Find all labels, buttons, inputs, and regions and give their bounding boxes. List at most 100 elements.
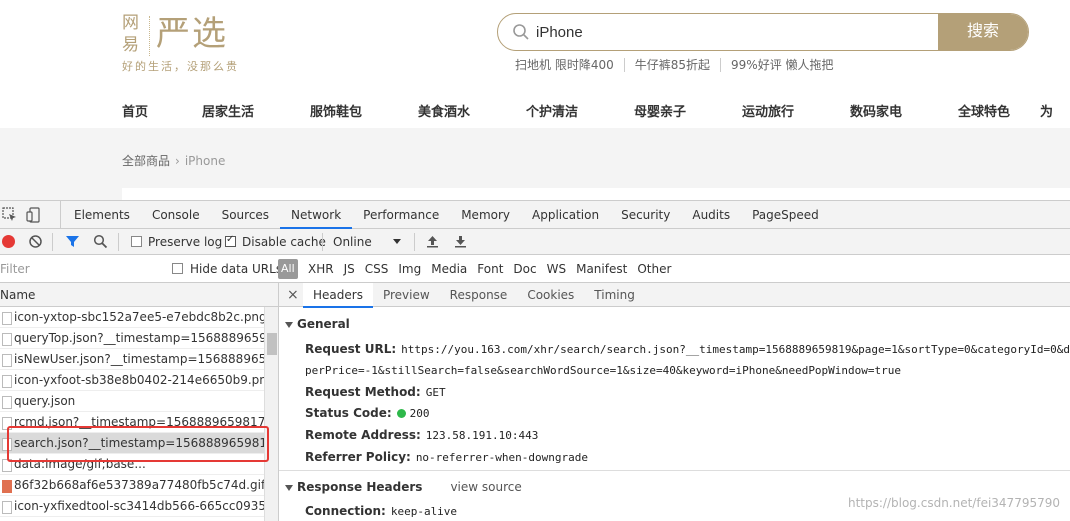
search-button[interactable]: 搜索 [938,14,1028,50]
detail-tab-headers[interactable]: Headers [303,283,373,308]
section-divider [279,470,1070,471]
name-column-header[interactable]: Name [0,283,278,307]
devtools-tab-bar: Elements Console Sources Network Performance… [0,201,1070,229]
request-list: Name icon-yxtop-sbc152a7ee5-e7ebdc8b2c.p… [0,283,279,521]
detail-tab-cookies[interactable]: Cookies [517,283,584,307]
tab-audits[interactable]: Audits [681,201,741,229]
tab-network[interactable]: Network [280,201,353,229]
nav-item[interactable]: 母婴亲子 [634,101,742,120]
search-icon[interactable] [93,234,108,249]
preserve-log-checkbox[interactable] [131,236,142,247]
request-url-row-continued: perPrice=-1&stillSearch=false&searchWord… [305,362,901,379]
chevron-down-icon [393,239,401,244]
type-filter-img[interactable]: Img [398,255,421,283]
type-filter-media[interactable]: Media [431,255,467,283]
type-filter-manifest[interactable]: Manifest [576,255,627,283]
website-area: 网 易 严选 好的生活，没那么贵 搜索 扫地机 限时降400牛仔裤85折起99%… [0,0,1070,200]
export-har-icon[interactable] [453,234,468,249]
nav-item[interactable]: 首页 [122,101,202,120]
hide-data-urls-label: Hide data URLs [190,262,283,276]
hot-word-link[interactable]: 99%好评 懒人拖把 [720,58,844,72]
toolbar-divider [322,233,323,251]
tab-memory[interactable]: Memory [450,201,521,229]
yanxuan-logo[interactable]: 网 易 严选 好的生活，没那么贵 [122,12,252,76]
device-toolbar-icon[interactable] [26,207,42,223]
filter-input[interactable] [0,259,160,279]
request-row[interactable]: 86f32b668af6e537389a77480fb5c74d.gif [0,475,264,496]
throttling-select[interactable]: Online [333,229,372,255]
detail-tab-timing[interactable]: Timing [584,283,645,307]
type-filter-other[interactable]: Other [637,255,671,283]
search-input[interactable] [536,14,936,50]
request-row[interactable]: icon-yxtop-sbc152a7ee5-e7ebdc8b2c.png [0,307,264,328]
breadcrumb-current: iPhone [184,154,226,168]
type-filter-font[interactable]: Font [477,255,503,283]
tab-elements[interactable]: Elements [63,201,141,229]
hide-data-urls-checkbox[interactable] [172,263,183,274]
hot-search-words: 扫地机 限时降400 牛仔裤85折起 99%好评 懒人拖把 [515,58,844,72]
type-filter-js[interactable]: JS [344,255,355,283]
tab-console[interactable]: Console [141,201,211,229]
disable-cache-checkbox[interactable] [225,234,236,247]
tab-pagespeed[interactable]: PageSpeed [741,201,830,229]
nav-item[interactable]: 美食酒水 [418,101,526,120]
expand-triangle-icon [285,321,293,328]
devtools-tabs: Elements Console Sources Network Performance… [60,201,830,229]
request-row[interactable]: icon-yxfoot-sb38e8b0402-214e6650b9.png [0,370,264,391]
type-filter-xhr[interactable]: XHR [308,255,334,283]
hot-word-link[interactable]: 牛仔裤85折起 [623,58,720,72]
inspect-element-icon[interactable] [2,207,18,223]
request-row[interactable]: query.json [0,391,264,412]
breadcrumb: 全部商品 › iPhone [122,152,225,169]
type-filter-doc[interactable]: Doc [513,255,536,283]
detail-tab-preview[interactable]: Preview [373,283,440,307]
general-section-title[interactable]: General [285,317,350,331]
nav-item[interactable]: 数码家电 [850,101,958,120]
search-box: 搜索 [497,13,1029,51]
scrollbar-thumb[interactable] [267,333,277,355]
request-method-row: Request Method: GET [305,384,446,401]
status-ok-icon [396,409,406,418]
nav-item[interactable]: 居家生活 [202,101,310,120]
record-icon[interactable] [2,235,15,248]
status-code-row: Status Code: 200 [305,405,430,422]
detail-tab-response[interactable]: Response [440,283,518,307]
type-filters: XHR JS CSS Img Media Font Doc WS Manifest Other [308,255,681,283]
disable-cache-label: Disable cache [242,235,326,249]
clear-icon[interactable] [28,234,43,249]
tab-sources[interactable]: Sources [211,201,280,229]
tab-performance[interactable]: Performance [352,201,450,229]
tab-application[interactable]: Application [521,201,610,229]
nav-item[interactable]: 个护清洁 [526,101,634,120]
breadcrumb-root[interactable]: 全部商品 [122,154,170,168]
request-url-value: https://you.163.com/xhr/search/search.js… [401,343,1070,356]
close-icon[interactable]: × [287,283,299,307]
request-list-scrollbar[interactable] [264,307,278,521]
nav-item[interactable]: 运动旅行 [742,101,850,120]
request-detail-pane: × Headers Preview Response Cookies Timing Ge… [279,283,1070,521]
request-row[interactable]: isNewUser.json?__timestamp=1568889659802 [0,349,264,370]
toolbar-divider [118,233,119,251]
response-headers-section-title[interactable]: Response Headers view source [285,480,522,494]
request-row[interactable]: icon-yxfixedtool-sc3414db566-665cc0935c.… [0,496,264,517]
filter-icon[interactable] [65,234,80,249]
content-top-edge [122,188,1070,200]
logo-slogan: 好的生活，没那么贵 [122,60,239,73]
tab-security[interactable]: Security [610,201,681,229]
type-filter-ws[interactable]: WS [547,255,566,283]
logo-brand-text: 网 易 [122,13,139,55]
type-filter-css[interactable]: CSS [365,255,389,283]
nav-item[interactable]: 为 [1040,101,1060,120]
hot-word-link[interactable]: 扫地机 限时降400 [515,58,624,72]
import-har-icon[interactable] [425,234,440,249]
nav-item[interactable]: 全球特色 [958,101,1040,120]
type-filter-all[interactable]: All [278,259,298,279]
nav-item[interactable]: 服饰鞋包 [310,101,418,120]
request-row[interactable]: queryTop.json?__timestamp=1568889659722 [0,328,264,349]
view-source-link[interactable]: view source [450,480,521,494]
request-row[interactable]: data:image/png;base64,iVBORw0KGgoAAAANSU… [0,517,264,521]
general-title-text: General [297,317,350,331]
remote-address-value: 123.58.191.10:443 [425,429,539,442]
breadcrumb-area: 全部商品 › iPhone [0,128,1070,200]
connection-label: Connection: [305,504,386,518]
